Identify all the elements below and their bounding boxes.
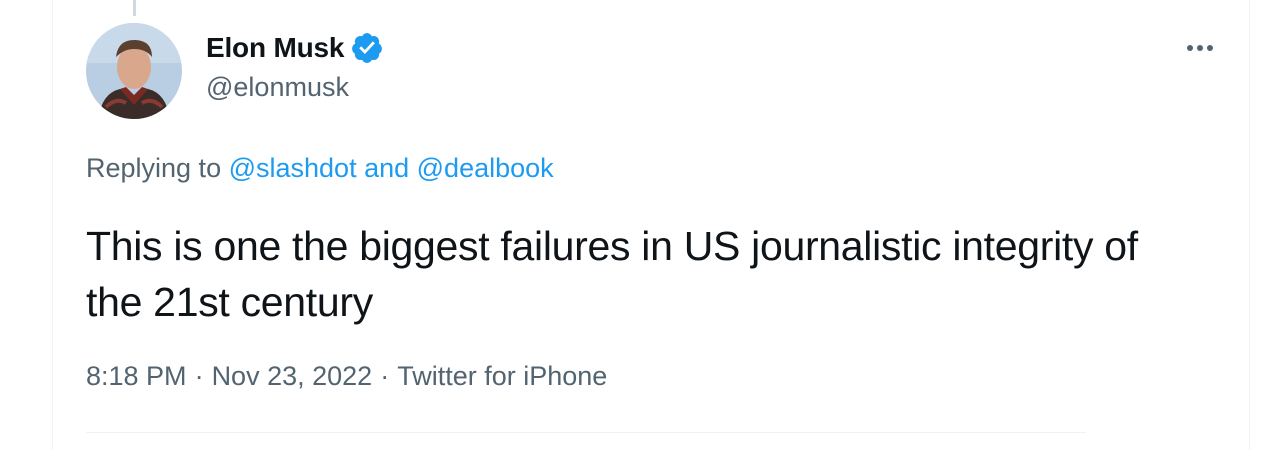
verified-badge-icon: [350, 31, 384, 65]
meta-separator: ·: [380, 361, 390, 391]
more-dot-icon: [1187, 45, 1193, 51]
replying-to: Replying to @slashdot and @dealbook: [86, 153, 554, 184]
tweet-text: This is one the biggest failures in US j…: [86, 223, 1138, 325]
divider: [86, 432, 1086, 433]
thread-connector-line: [133, 0, 136, 16]
reply-mention-dealbook[interactable]: @dealbook: [417, 153, 554, 183]
author-display-name[interactable]: Elon Musk: [206, 32, 344, 64]
tweet-metadata: 8:18 PM · Nov 23, 2022 · Twitter for iPhone: [86, 361, 607, 392]
reply-mention-joiner[interactable]: and: [357, 153, 417, 183]
tweet-date[interactable]: Nov 23, 2022: [212, 361, 373, 391]
replying-to-prefix: Replying to: [86, 153, 229, 183]
more-dot-icon: [1197, 45, 1203, 51]
meta-separator: ·: [194, 361, 204, 391]
author-name-row[interactable]: Elon Musk: [206, 30, 384, 66]
more-options-icon[interactable]: [1180, 33, 1220, 63]
avatar[interactable]: [86, 23, 182, 119]
tweet-source[interactable]: Twitter for iPhone: [397, 361, 607, 391]
more-dot-icon: [1207, 45, 1213, 51]
reply-mention-slashdot[interactable]: @slashdot: [229, 153, 357, 183]
author-handle[interactable]: @elonmusk: [206, 72, 349, 103]
tweet-time[interactable]: 8:18 PM: [86, 361, 187, 391]
